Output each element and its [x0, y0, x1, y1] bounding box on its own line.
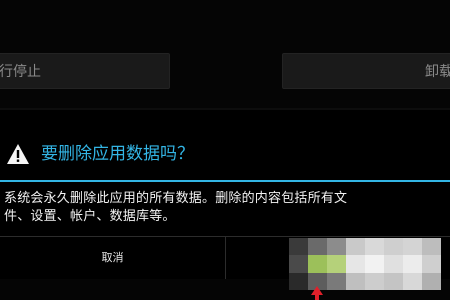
dialog-message: 系统会永久删除此应用的所有数据。删除的内容包括所有文 件、设置、帐户、数据库等。: [4, 190, 444, 226]
mosaic-tile: [346, 238, 365, 256]
warning-icon: [7, 144, 29, 164]
mosaic-tile: [327, 255, 346, 273]
dialog-title: 要删除应用数据吗？: [41, 144, 194, 164]
mosaic-tile: [365, 238, 384, 256]
dialog-title-divider: [0, 180, 450, 182]
uninstall-button[interactable]: 卸载: [282, 53, 450, 89]
mosaic-tile: [346, 255, 365, 273]
mosaic-tile: [422, 238, 441, 256]
mosaic-tile: [403, 272, 422, 290]
mosaic-tile: [327, 238, 346, 256]
mosaic-tile: [365, 255, 384, 273]
mosaic-tile: [327, 272, 346, 290]
mosaic-tile: [308, 255, 327, 273]
mosaic-tile: [403, 238, 422, 256]
mosaic-tile: [289, 255, 308, 273]
mosaic-tile: [384, 255, 403, 273]
mosaic-tile: [384, 272, 403, 290]
mosaic-tile: [289, 272, 308, 290]
dialog-message-line: 系统会永久删除此应用的所有数据。删除的内容包括所有文: [4, 191, 348, 206]
mosaic-tile: [308, 238, 327, 256]
mosaic-tile: [403, 255, 422, 273]
dialog-header: 要删除应用数据吗？: [0, 128, 450, 180]
dialog-message-line: 件、设置、帐户、数据库等。: [4, 209, 176, 224]
app-info-background: 行停止 卸载: [0, 0, 450, 110]
mosaic-tile: [365, 272, 384, 290]
red-arrow-icon: [311, 286, 323, 300]
pixelated-region: [289, 238, 441, 290]
cancel-button[interactable]: 取消: [0, 237, 226, 279]
mosaic-tile: [422, 255, 441, 273]
mosaic-tile: [289, 238, 308, 256]
mosaic-tile: [422, 272, 441, 290]
background-divider: [0, 108, 450, 110]
mosaic-tile: [384, 238, 403, 256]
force-stop-button[interactable]: 行停止: [0, 53, 170, 89]
mosaic-tile: [346, 272, 365, 290]
